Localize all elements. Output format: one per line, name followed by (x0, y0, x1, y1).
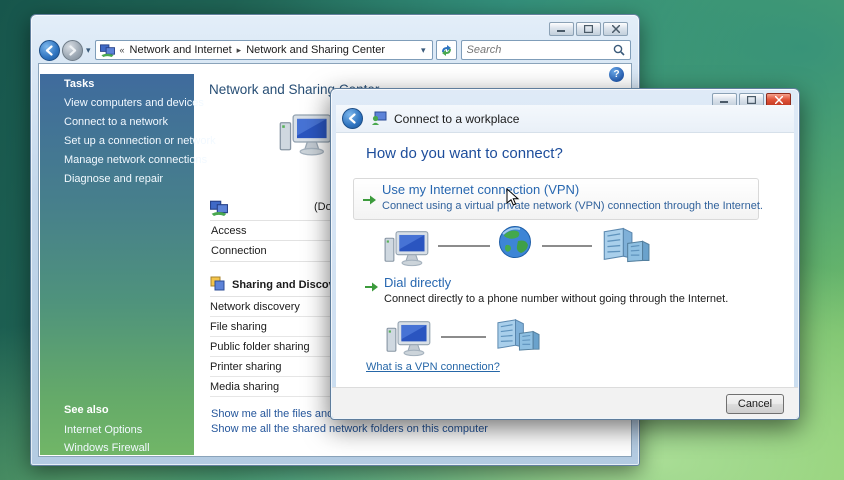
option-vpn-desc: Connect using a virtual private network … (382, 200, 763, 212)
connection-row-label: Connection (211, 245, 267, 257)
minimize-icon (557, 26, 566, 33)
access-row-label: Access (211, 225, 246, 237)
go-arrow-icon (362, 192, 377, 208)
network-location-icon (100, 43, 115, 57)
breadcrumb-item-network-and-internet[interactable]: Network and Internet (130, 44, 232, 56)
option-vpn[interactable]: Use my Internet connection (VPN) Connect… (353, 178, 759, 220)
breadcrumb-separator-icon: ▸ (237, 45, 242, 56)
search-box (461, 40, 631, 60)
nav-history-chevron[interactable]: ▾ (86, 45, 91, 56)
maximize-icon (747, 96, 756, 104)
help-icon[interactable]: ? (609, 67, 624, 82)
minimize-icon (720, 97, 729, 104)
connector-line (438, 245, 490, 247)
link-show-shared-folders[interactable]: Show me all the shared network folders o… (211, 423, 488, 435)
option-dial-desc: Connect directly to a phone number witho… (384, 293, 728, 305)
option-dial[interactable]: Dial directly Connect directly to a phon… (353, 275, 759, 315)
minimize-button[interactable] (549, 22, 574, 36)
see-also-header: See also (64, 404, 109, 416)
sidebar-item-manage-connections[interactable]: Manage network connections (64, 154, 207, 166)
sidebar-item-windows-firewall[interactable]: Windows Firewall (64, 442, 150, 454)
computer-icon (279, 110, 333, 156)
sharing-discovery-icon (210, 276, 225, 291)
wizard-header: Connect to a workplace (336, 105, 794, 133)
sidebar-item-internet-options[interactable]: Internet Options (64, 424, 142, 436)
wizard-footer: Cancel (332, 387, 798, 418)
vpn-info-link[interactable]: What is a VPN connection? (366, 361, 500, 373)
window-controls (549, 22, 628, 36)
breadcrumb-dropdown-icon[interactable]: ▾ (419, 45, 428, 56)
network-mini-icon (210, 199, 228, 216)
search-input[interactable] (467, 44, 613, 56)
forward-button[interactable] (62, 40, 83, 61)
cancel-button[interactable]: Cancel (726, 394, 784, 414)
wizard-heading: How do you want to connect? (366, 145, 563, 162)
computer-icon (386, 317, 432, 357)
breadcrumb-overflow-chevron[interactable]: « (120, 45, 125, 55)
sidebar-item-connect-network[interactable]: Connect to a network (64, 116, 168, 128)
connector-line (441, 336, 486, 338)
go-arrow-icon (364, 279, 379, 295)
close-button[interactable] (603, 22, 628, 36)
wizard-title: Connect to a workplace (394, 112, 519, 126)
option-dial-title: Dial directly (384, 275, 451, 290)
mouse-cursor (506, 188, 520, 208)
globe-icon (498, 225, 534, 261)
close-icon (775, 96, 783, 104)
sidebar-item-setup-connection[interactable]: Set up a connection or network (64, 135, 216, 147)
maximize-icon (584, 25, 593, 33)
buildings-icon (494, 317, 540, 352)
tasks-header: Tasks (64, 78, 94, 90)
connector-line (542, 245, 592, 247)
wizard-body: How do you want to connect? Use my Inter… (336, 133, 794, 387)
address-bar: ▾ « Network and Internet ▸ Network and S… (39, 39, 631, 61)
buildings-icon (600, 226, 650, 263)
back-arrow-icon (44, 45, 55, 56)
refresh-button[interactable] (436, 40, 457, 60)
option-vpn-title: Use my Internet connection (VPN) (382, 182, 579, 197)
breadcrumb: « Network and Internet ▸ Network and Sha… (95, 40, 433, 60)
wizard-window: Connect to a workplace How do you want t… (330, 88, 800, 420)
refresh-icon (440, 44, 453, 57)
back-arrow-icon (347, 113, 358, 124)
search-icon (613, 44, 625, 56)
close-icon (612, 25, 620, 33)
wizard-back-button[interactable] (342, 108, 363, 129)
forward-arrow-icon (67, 45, 78, 56)
sidebar-item-diagnose-repair[interactable]: Diagnose and repair (64, 173, 163, 185)
breadcrumb-item-network-sharing-center[interactable]: Network and Sharing Center (246, 44, 385, 56)
back-button[interactable] (39, 40, 60, 61)
maximize-button[interactable] (576, 22, 601, 36)
computer-icon (384, 227, 430, 267)
sidebar-item-view-computers[interactable]: View computers and devices (64, 97, 204, 109)
workplace-icon (371, 111, 387, 126)
tasks-sidebar: Tasks View computers and devices Connect… (40, 74, 194, 455)
